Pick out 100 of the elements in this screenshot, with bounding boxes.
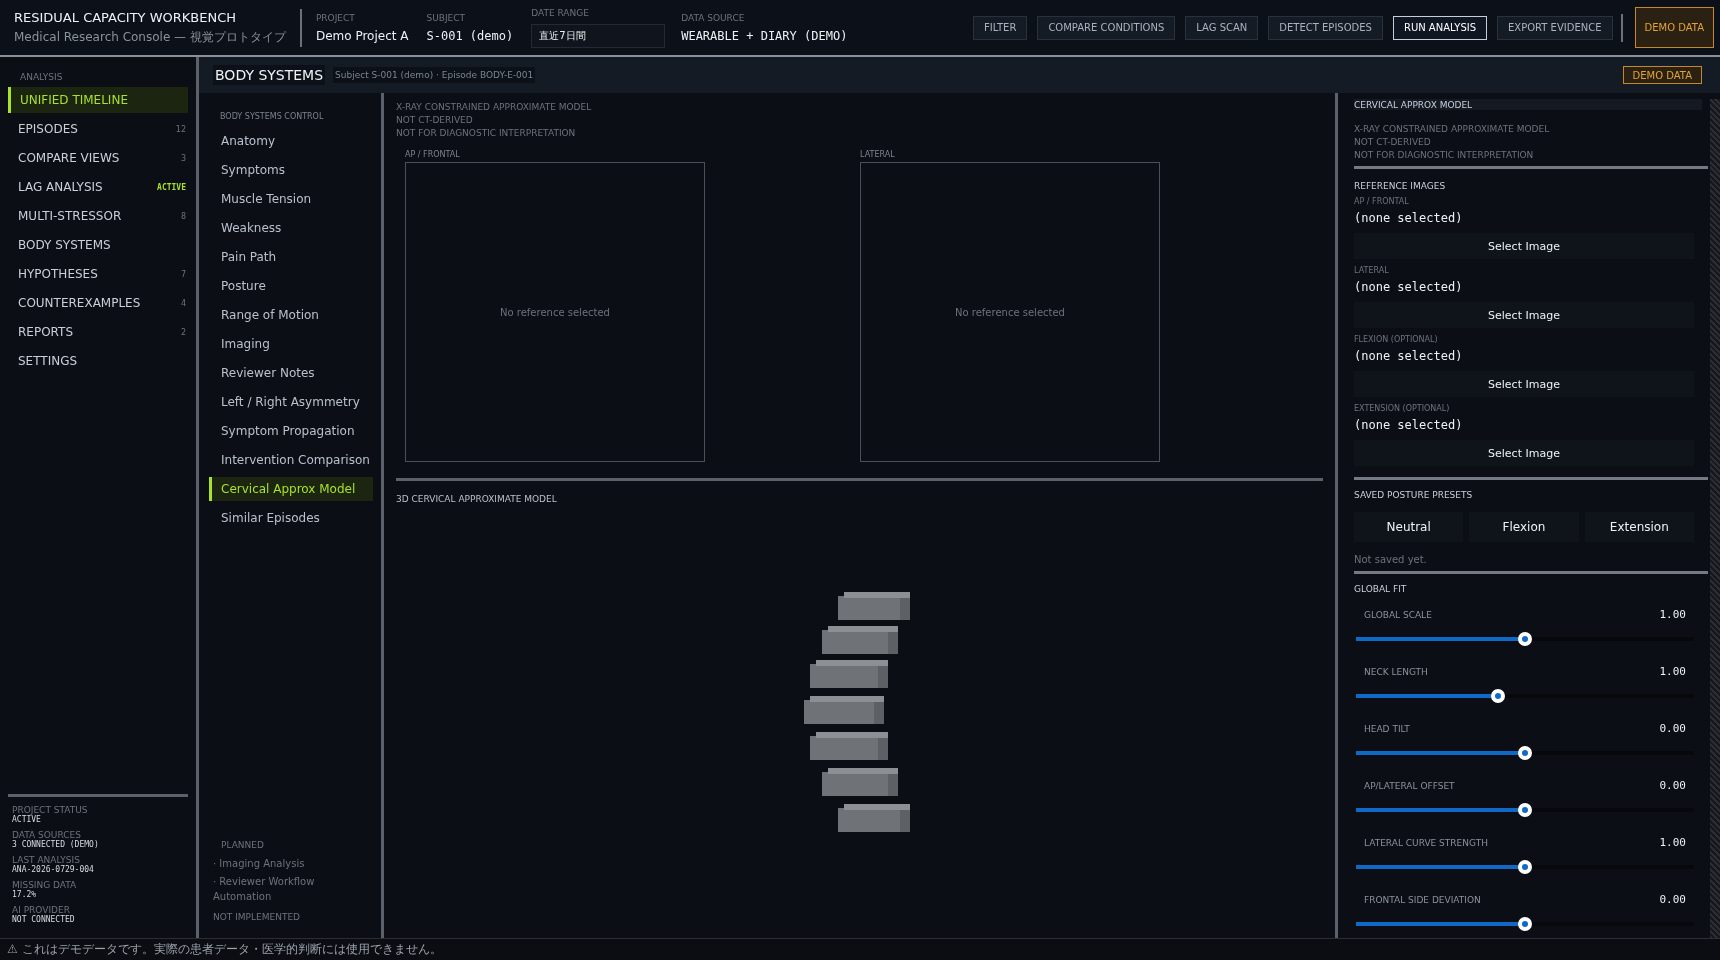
- nav-item[interactable]: Symptoms: [209, 158, 373, 182]
- sidebar-item[interactable]: COUNTEREXAMPLES 4: [8, 290, 188, 316]
- status-value: 3 CONNECTED (DEMO): [12, 840, 100, 849]
- sidebar-item-label: BODY SYSTEMS: [18, 238, 111, 252]
- reference-label: LATERAL: [1354, 266, 1390, 275]
- slider-thumb[interactable]: [1490, 689, 1505, 703]
- select-image-button[interactable]: Select Image: [1354, 371, 1694, 397]
- slider-reading: 0.00: [1659, 893, 1686, 906]
- nav-item[interactable]: Anatomy: [209, 129, 373, 153]
- notice-text: X-RAY CONSTRAINED APPROXIMATE MODEL: [396, 101, 593, 114]
- reference-value: (none selected): [1354, 280, 1464, 294]
- sidebar-item-label: REPORTS: [18, 325, 73, 339]
- field-label: DATA SOURCE: [681, 12, 746, 23]
- item-count: 4: [180, 298, 186, 308]
- sidebar-item-label: EPISODES: [18, 122, 78, 136]
- select-image-button[interactable]: Select Image: [1354, 440, 1694, 466]
- slider[interactable]: [1356, 860, 1694, 874]
- toolbar-button[interactable]: RUN ANALYSIS: [1392, 15, 1488, 40]
- preset-button[interactable]: Flexion: [1469, 512, 1579, 542]
- slider-label: AP/LATERAL OFFSET: [1364, 780, 1455, 791]
- status-label: AI PROVIDER: [12, 905, 71, 915]
- field-label: PROJECT: [315, 12, 356, 23]
- slider[interactable]: [1356, 689, 1694, 703]
- sidebar-item[interactable]: REPORTS 2: [8, 319, 188, 345]
- notice-text: NOT CT-DERIVED: [1354, 136, 1432, 149]
- nav-item[interactable]: Similar Episodes: [209, 506, 373, 530]
- nav-item[interactable]: Weakness: [209, 216, 373, 240]
- item-count: 7: [180, 269, 186, 279]
- demo-data-badge: DEMO DATA: [1634, 7, 1714, 48]
- nav-item[interactable]: Symptom Propagation: [209, 419, 373, 443]
- nav-item[interactable]: Imaging: [209, 332, 373, 356]
- nav-heading: BODY SYSTEMS CONTROL: [219, 112, 325, 121]
- notice-text: NOT FOR DIAGNOSTIC INTERPRETATION: [1354, 149, 1535, 162]
- section-heading: REFERENCE IMAGES: [1354, 181, 1447, 191]
- item-count: 2: [180, 327, 186, 337]
- sidebar-item[interactable]: COMPARE VIEWS 3: [8, 145, 188, 171]
- preset-button[interactable]: Neutral: [1354, 512, 1464, 542]
- reference-value: (none selected): [1354, 349, 1464, 363]
- slider[interactable]: [1356, 917, 1694, 931]
- nav-item[interactable]: Intervention Comparison: [209, 448, 373, 472]
- toolbar-button[interactable]: DETECT EPISODES: [1268, 15, 1383, 40]
- slider-reading: 1.00: [1659, 665, 1686, 678]
- sidebar-item-label: MULTI-STRESSOR: [18, 209, 122, 223]
- app-subtitle: Medical Research Console — 視覚プロトタイプ: [14, 28, 286, 46]
- sidebar-item[interactable]: BODY SYSTEMS: [8, 232, 188, 258]
- field-label: DATE RANGE: [531, 7, 590, 18]
- slider-thumb[interactable]: [1518, 632, 1532, 646]
- item-count: 12: [175, 124, 186, 134]
- preset-button[interactable]: Extension: [1584, 512, 1694, 542]
- slider[interactable]: [1356, 803, 1694, 817]
- planned-heading: PLANNED: [220, 840, 265, 850]
- sidebar-item[interactable]: UNIFIED TIMELINE: [8, 87, 188, 113]
- nav-item[interactable]: Reviewer Notes: [209, 361, 373, 385]
- nav-item[interactable]: Range of Motion: [209, 303, 373, 327]
- slider-thumb[interactable]: [1518, 803, 1532, 817]
- sidebar-item[interactable]: MULTI-STRESSOR 8: [8, 203, 188, 229]
- slider-reading: 0.00: [1659, 722, 1686, 735]
- sidebar-item[interactable]: SETTINGS: [8, 348, 188, 374]
- sidebar-item[interactable]: HYPOTHESES 7: [8, 261, 188, 287]
- model-title: 3D CERVICAL APPROXIMATE MODEL: [396, 494, 558, 504]
- reference-label: EXTENSION (OPTIONAL): [1354, 404, 1451, 413]
- planned-item: · Reviewer Workflow Automation: [213, 875, 316, 904]
- status-value: ANA-2026-0729-004: [12, 865, 95, 874]
- sidebar-item[interactable]: EPISODES 12: [8, 116, 188, 142]
- nav-item[interactable]: Muscle Tension: [209, 187, 373, 211]
- scrollbar[interactable]: [1710, 99, 1720, 938]
- select-image-button[interactable]: Select Image: [1354, 233, 1694, 259]
- slider-label: HEAD TILT: [1364, 723, 1410, 734]
- section-heading: SAVED POSTURE PRESETS: [1354, 490, 1474, 500]
- slider[interactable]: [1356, 746, 1694, 760]
- toolbar-button[interactable]: LAG SCAN: [1185, 15, 1259, 40]
- sidebar-item[interactable]: LAG ANALYSIS ACTIVE: [8, 174, 188, 200]
- sidebar-item-label: COUNTEREXAMPLES: [18, 296, 141, 310]
- sidebar-item-label: SETTINGS: [18, 354, 78, 368]
- demo-data-badge: DEMO DATA: [1622, 66, 1702, 84]
- date-range-field[interactable]: 直近7日間: [531, 23, 666, 48]
- app-title: RESIDUAL CAPACITY WORKBENCH: [14, 9, 238, 25]
- nav-item[interactable]: Cervical Approx Model: [209, 477, 373, 501]
- toolbar-button[interactable]: FILTER: [973, 15, 1028, 40]
- select-image-button[interactable]: Select Image: [1354, 302, 1694, 328]
- slider-reading: 0.00: [1659, 779, 1686, 792]
- status-value: ACTIVE: [12, 815, 41, 824]
- nav-item[interactable]: Pain Path: [209, 245, 373, 269]
- toolbar-button[interactable]: EXPORT EVIDENCE: [1497, 15, 1613, 40]
- nav-item[interactable]: Posture: [209, 274, 373, 298]
- item-count: 3: [180, 153, 186, 163]
- status-value: 17.2%: [12, 890, 38, 899]
- slider-label: GLOBAL SCALE: [1364, 609, 1432, 620]
- status-label: MISSING DATA: [12, 880, 78, 890]
- panel-title: CERVICAL APPROX MODEL: [1354, 99, 1702, 110]
- slider-thumb[interactable]: [1518, 746, 1532, 760]
- slider-reading: 1.00: [1659, 836, 1686, 849]
- slider[interactable]: [1356, 632, 1694, 646]
- slider-thumb[interactable]: [1518, 917, 1532, 931]
- nav-item[interactable]: Left / Right Asymmetry: [209, 390, 373, 414]
- section-title: BODY SYSTEMS: [213, 65, 326, 85]
- view-label: LATERAL: [860, 150, 896, 159]
- slider-thumb[interactable]: [1518, 860, 1532, 874]
- toolbar-button[interactable]: COMPARE CONDITIONS: [1037, 15, 1176, 40]
- planned-note: NOT IMPLEMENTED: [213, 912, 302, 922]
